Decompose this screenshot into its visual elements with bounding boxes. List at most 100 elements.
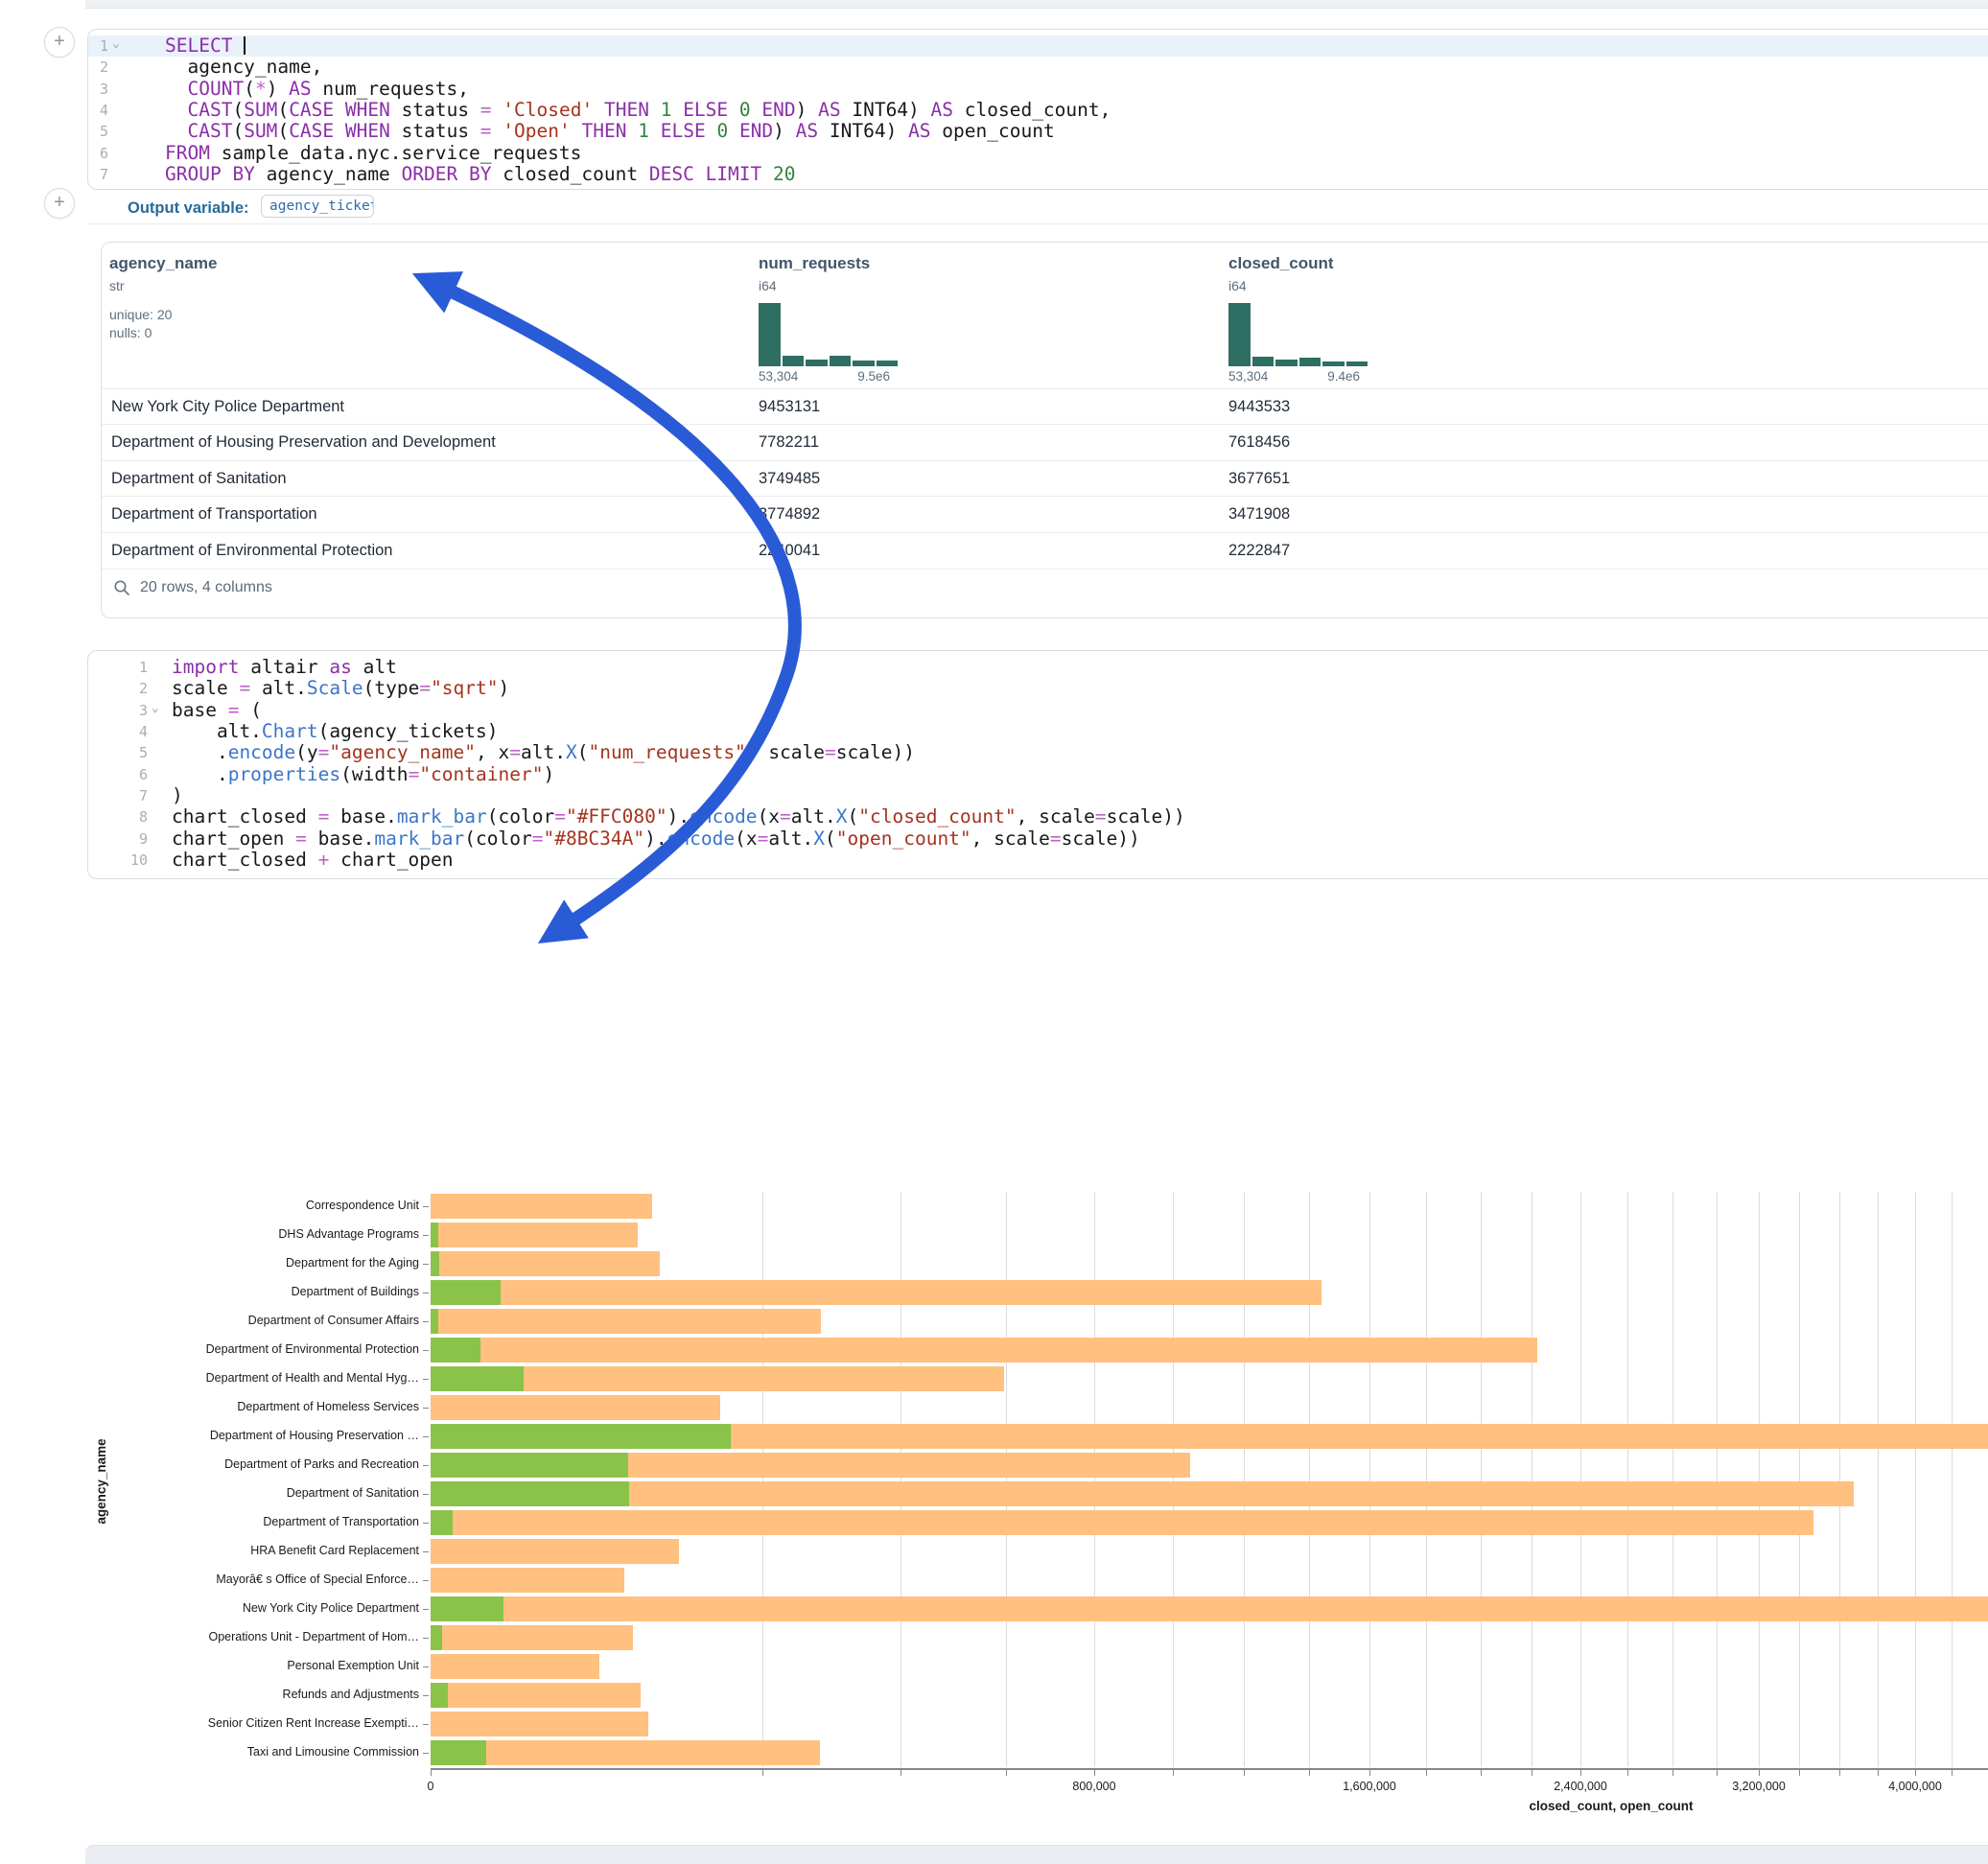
code-line: 10chart_closed + chart_open <box>88 850 1988 871</box>
table-cell: Department of Housing Preservation and D… <box>111 433 496 452</box>
cell-divider <box>87 223 1988 224</box>
x-axis-tick <box>1915 1770 1916 1776</box>
category-label: Department of Buildings <box>122 1285 419 1298</box>
fold-chevron-icon[interactable]: ⌄ <box>112 34 120 55</box>
x-axis-tick <box>1878 1770 1879 1776</box>
y-axis-tick <box>423 1724 429 1725</box>
gridline <box>1672 1192 1673 1767</box>
table-cell: 2222847 <box>1228 542 1290 560</box>
y-axis-tick <box>423 1350 429 1351</box>
python-editor-cell[interactable]: 1import altair as alt2scale = alt.Scale(… <box>87 650 1988 879</box>
histogram-max: 9.4e6 <box>1327 369 1360 384</box>
y-axis-tick <box>423 1580 429 1581</box>
category-label: Department of Transportation <box>122 1515 419 1528</box>
table-row[interactable]: Department of Environmental Protection 22… <box>102 532 1988 570</box>
x-axis-tick <box>900 1770 901 1776</box>
histogram-min: 53,304 <box>759 369 798 384</box>
x-axis-tick-label: 800,000 <box>1072 1780 1115 1793</box>
gridline <box>1244 1192 1245 1767</box>
table-cell: 3471908 <box>1228 505 1290 524</box>
sql-editor-cell[interactable]: 1⌄SELECT 2 agency_name,3 COUNT(*) AS num… <box>87 29 1988 190</box>
y-axis-tick <box>423 1523 429 1524</box>
gridline <box>1717 1192 1718 1767</box>
category-label: Department for the Aging <box>122 1256 419 1270</box>
bar-closed-count <box>431 1740 820 1765</box>
x-axis-title: closed_count, open_count <box>1529 1799 1693 1813</box>
bar-closed-count <box>431 1712 648 1736</box>
x-axis-tick <box>1672 1770 1673 1776</box>
x-axis-tick <box>431 1770 432 1776</box>
table-cell: 7618456 <box>1228 433 1290 452</box>
gridline <box>1173 1192 1174 1767</box>
table-cell: Department of Environmental Protection <box>111 542 392 560</box>
gridline <box>1952 1192 1953 1767</box>
bar-closed-count <box>431 1654 599 1679</box>
x-axis-tick <box>1094 1770 1095 1776</box>
next-cell-edge <box>85 1845 1988 1864</box>
column-header-agency-name: agency_name str unique: 20 nulls: 0 <box>109 254 217 340</box>
histogram-range-labels: 53,304 9.5e6 <box>759 369 898 386</box>
bar-closed-count <box>431 1683 641 1708</box>
table-cell: 3774892 <box>759 505 820 524</box>
bar-closed-count <box>431 1280 1321 1305</box>
bar-closed-count <box>431 1309 821 1334</box>
gridline <box>1839 1192 1840 1767</box>
category-label: Department of Health and Mental Hyg… <box>122 1371 419 1385</box>
search-icon[interactable] <box>113 579 130 596</box>
category-label: Department of Environmental Protection <box>122 1342 419 1356</box>
code-line: 6FROM sample_data.nyc.service_requests <box>88 143 1988 164</box>
previous-cell-edge <box>85 0 1988 9</box>
x-axis-tick-label: 4,000,000 <box>1888 1780 1942 1793</box>
bar-closed-count <box>431 1223 638 1247</box>
x-axis-tick-label: 0 <box>428 1780 434 1793</box>
bar-open-count <box>431 1510 453 1535</box>
bar-closed-count <box>431 1395 720 1420</box>
x-axis-tick <box>1244 1770 1245 1776</box>
table-row[interactable]: Department of Transportation 3774892 34719… <box>102 496 1988 532</box>
category-label: New York City Police Department <box>122 1601 419 1615</box>
y-axis-tick <box>423 1436 429 1437</box>
bar-closed-count <box>431 1366 1004 1391</box>
table-row[interactable]: New York City Police Department945313194… <box>102 388 1988 425</box>
y-axis-title: agency_name <box>94 1438 108 1524</box>
code-line: 5 CAST(SUM(CASE WHEN status = 'Open' THE… <box>88 121 1988 142</box>
bar-open-count <box>431 1453 628 1478</box>
gridline <box>1759 1192 1760 1767</box>
bar-open-count <box>431 1683 448 1708</box>
gridline <box>1580 1192 1581 1767</box>
x-axis-tick <box>1309 1770 1310 1776</box>
python-code: 1import altair as alt2scale = alt.Scale(… <box>88 657 1988 871</box>
histogram-min: 53,304 <box>1228 369 1268 384</box>
output-variable-input[interactable]: agency_tickets <box>261 195 374 218</box>
code-line: 1⌄SELECT <box>88 35 1988 57</box>
bar-closed-count <box>431 1481 1854 1506</box>
add-cell-button-output[interactable]: + <box>44 188 75 219</box>
bar-closed-count <box>431 1596 1988 1621</box>
table-cell: 3677651 <box>1228 470 1290 488</box>
x-axis-tick <box>1369 1770 1370 1776</box>
category-label: Department of Consumer Affairs <box>122 1314 419 1327</box>
bar-open-count <box>431 1223 438 1247</box>
column-histogram <box>759 303 898 366</box>
table-cell: New York City Police Department <box>111 398 344 416</box>
bar-closed-count <box>431 1568 624 1593</box>
bar-open-count <box>431 1309 438 1334</box>
column-type: i64 <box>1228 278 1368 293</box>
bar-open-count <box>431 1338 480 1363</box>
fold-chevron-icon[interactable]: ⌄ <box>152 698 159 719</box>
notebook-page: + + 1⌄SELECT 2 agency_name,3 COUNT(*) AS… <box>0 0 1988 1864</box>
x-axis-tick <box>1952 1770 1953 1776</box>
y-axis-tick <box>423 1551 429 1552</box>
x-axis-tick <box>1839 1770 1840 1776</box>
table-cell: Department of Transportation <box>111 505 317 524</box>
x-axis-tick-label: 3,200,000 <box>1732 1780 1786 1793</box>
table-row[interactable]: Department of Sanitation37494853677651 <box>102 460 1988 497</box>
code-line: 9chart_open = base.mark_bar(color="#8BC3… <box>88 828 1988 850</box>
add-cell-button-top[interactable]: + <box>44 27 75 58</box>
y-axis-tick <box>423 1408 429 1409</box>
category-label: Mayorâ€ s Office of Special Enforce… <box>122 1573 419 1586</box>
column-name: agency_name <box>109 254 217 273</box>
table-row[interactable]: Department of Housing Preservation and D… <box>102 424 1988 460</box>
column-unique-count: unique: 20 <box>109 307 217 322</box>
bar-open-count <box>431 1424 731 1449</box>
